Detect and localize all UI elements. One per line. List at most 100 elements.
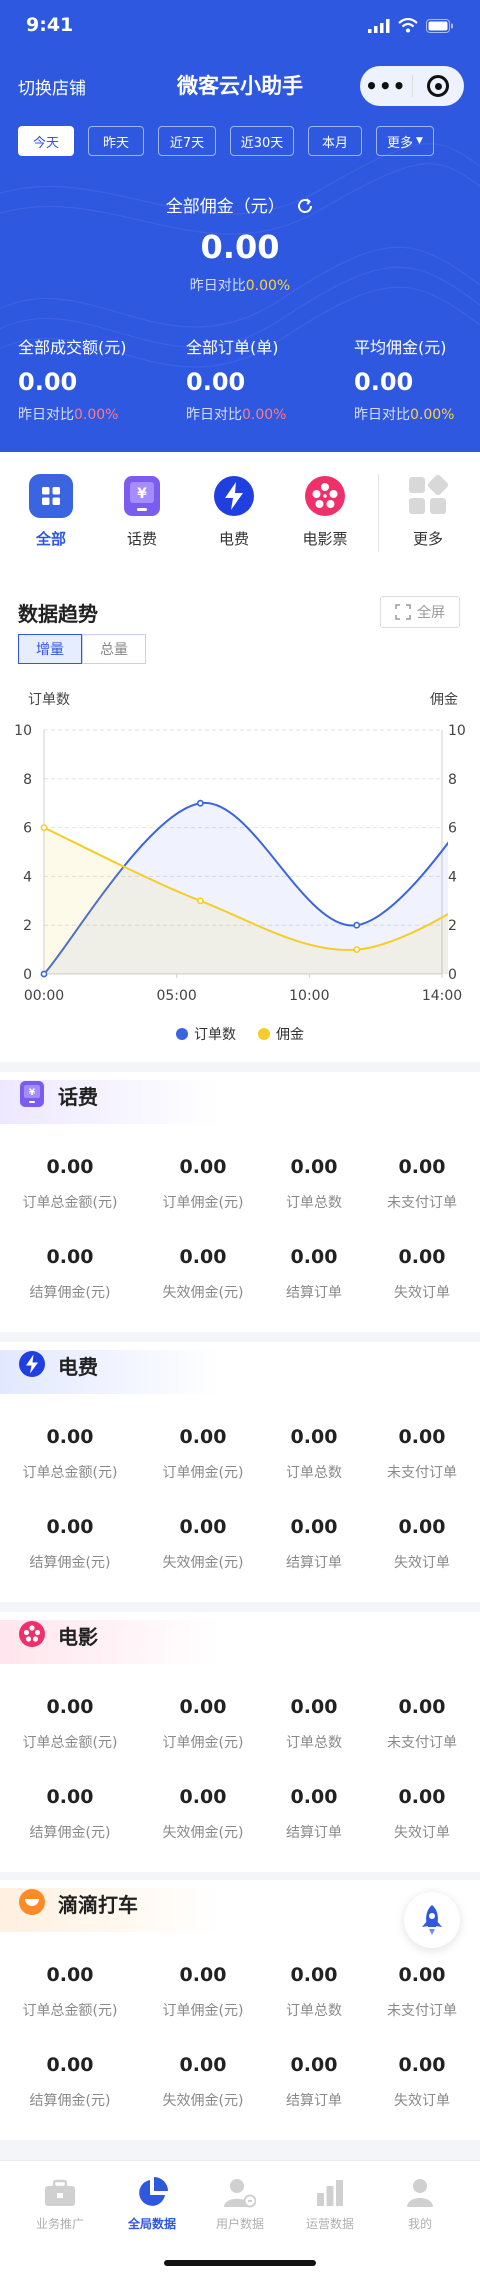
mini-program-capsule: •••: [360, 66, 464, 106]
metric-value: 0.00: [290, 1426, 338, 1448]
date-tab-yesterday[interactable]: 昨天: [88, 126, 144, 156]
category-divider: [378, 474, 379, 552]
header-panel: 9:41 切换店铺 微客云小助手 ••• 今天 昨天 近7天 近30天 本月 更…: [0, 0, 480, 452]
metric-value: 0.00: [290, 1516, 338, 1538]
more-options-button[interactable]: •••: [360, 66, 412, 106]
category-movie-ticket[interactable]: 电影票: [290, 474, 360, 549]
metric-value: 0.00: [179, 1786, 227, 1808]
metric-value: 0.00: [179, 1246, 227, 1268]
metric-order-commission: 0.00 订单佣金(元): [143, 1156, 263, 1212]
compare-value: 0.00%: [245, 278, 291, 294]
stat-avg-commission: 平均佣金(元) 0.00 昨日对比0.00%: [354, 334, 468, 424]
tab-label: 我的: [407, 2217, 432, 2231]
metric-label: 失效订单: [394, 1825, 450, 1841]
metric-label: 订单总数: [286, 2003, 342, 2019]
tab-global-data[interactable]: 全局数据: [104, 2177, 200, 2232]
date-tab-month[interactable]: 本月: [308, 126, 362, 156]
back-to-top-button[interactable]: [404, 1892, 460, 1948]
more-grid-icon: [406, 474, 450, 518]
metric-label: 未支付订单: [387, 1735, 457, 1751]
date-tab-today[interactable]: 今天: [18, 126, 74, 156]
tab-mine[interactable]: 我的: [372, 2177, 468, 2232]
metric-value: 0.00: [290, 1156, 338, 1178]
film-reel-icon: [19, 1621, 45, 1647]
legend-label: 佣金: [276, 1027, 304, 1043]
y-tick-left-label: 2: [23, 918, 32, 934]
section-movie: 电影 0.00 订单总金额(元) 0.00 订单佣金(元) 0.00 订单总数 0.0…: [0, 1612, 480, 1872]
svg-text:¥: ¥: [29, 1088, 36, 1098]
metric-label: 失效订单: [394, 2093, 450, 2109]
y-tick-left-label: 10: [14, 723, 32, 739]
tab-label: 运营数据: [305, 2217, 354, 2231]
metric-value: 0.00: [398, 1156, 446, 1178]
metric-label: 订单总金额(元): [22, 1195, 118, 1211]
tab-operation-data[interactable]: 运营数据: [282, 2177, 378, 2232]
metric-invalid-commission: 0.00 失效佣金(元): [143, 1786, 263, 1842]
metric-settled-orders: 0.00 结算订单: [254, 1246, 374, 1302]
caret-down-icon: ▼: [416, 136, 423, 146]
metric-label: 失效订单: [394, 1555, 450, 1571]
metric-value: 0.00: [398, 1964, 446, 1986]
stat-label: 全部订单(单): [186, 338, 279, 357]
y-axis-right-title: 佣金: [430, 692, 458, 708]
chart-legend: 订单数 佣金: [0, 1024, 480, 1044]
user-data-icon: [222, 2177, 258, 2209]
metric-invalid-orders: 0.00 失效订单: [362, 1516, 480, 1572]
metric-settled-commission: 0.00 结算佣金(元): [10, 1246, 130, 1302]
wifi-icon: [398, 18, 418, 33]
metric-order-count: 0.00 订单总数: [254, 1156, 374, 1212]
metric-label: 未支付订单: [387, 2003, 457, 2019]
tab-business-promotion[interactable]: 业务推广: [12, 2177, 108, 2232]
metric-value: 0.00: [290, 1786, 338, 1808]
date-tab-7days[interactable]: 近7天: [158, 126, 216, 156]
metric-invalid-orders: 0.00 失效订单: [362, 1786, 480, 1842]
date-tab-more-label: 更多: [387, 135, 414, 151]
section-title: 电影: [58, 1625, 98, 1649]
metric-value: 0.00: [179, 1696, 227, 1718]
metric-label: 未支付订单: [387, 1195, 457, 1211]
category-more[interactable]: 更多: [393, 474, 463, 549]
pie-chart-icon: [134, 2177, 170, 2209]
y-tick-right-label: 2: [448, 918, 457, 934]
metric-order-amount: 0.00 订单总金额(元): [10, 1156, 130, 1212]
metric-value: 0.00: [290, 1696, 338, 1718]
metric-invalid-commission: 0.00 失效佣金(元): [143, 2054, 263, 2110]
tab-user-data[interactable]: 用户数据: [192, 2177, 288, 2232]
metric-unpaid-orders: 0.00 未支付订单: [362, 1696, 480, 1752]
category-label: 更多: [412, 530, 443, 548]
metric-label: 订单总数: [286, 1465, 342, 1481]
didi-icon: [19, 1889, 45, 1915]
date-range-tabs: 今天 昨天 近7天 近30天 本月 更多 ▼: [18, 126, 434, 156]
section-phone-bill: ¥ 话费 0.00 订单总金额(元) 0.00 订单佣金(元) 0.00 订单总数 0…: [0, 1072, 480, 1332]
category-label: 话费: [126, 530, 157, 548]
date-tab-30days[interactable]: 近30天: [230, 126, 294, 156]
date-tab-more[interactable]: 更多 ▼: [376, 126, 434, 156]
metric-label: 结算佣金(元): [29, 2093, 111, 2109]
legend-dot: [176, 1028, 188, 1040]
metric-label: 结算佣金(元): [29, 1285, 111, 1301]
metric-value: 0.00: [290, 1246, 338, 1268]
metric-unpaid-orders: 0.00 未支付订单: [362, 1156, 480, 1212]
compare-prefix: 昨日对比: [186, 407, 242, 423]
briefcase-icon: [42, 2177, 78, 2209]
metric-value: 0.00: [398, 1696, 446, 1718]
category-all[interactable]: 全部: [16, 474, 86, 549]
film-reel-icon: [303, 474, 347, 518]
category-label: 电费: [218, 530, 249, 548]
metric-value: 0.00: [398, 1246, 446, 1268]
refresh-icon[interactable]: [296, 197, 314, 215]
close-mini-program-button[interactable]: [412, 66, 464, 106]
metric-unpaid-orders: 0.00 未支付订单: [362, 1964, 480, 2020]
compare-prefix: 昨日对比: [189, 278, 246, 294]
category-bar: 全部 ¥ 话费 电费 电影票 更多: [0, 452, 480, 576]
metric-value: 0.00: [179, 1426, 227, 1448]
metric-value: 0.00: [46, 1516, 94, 1538]
more-dots-icon: •••: [365, 74, 407, 98]
metric-order-count: 0.00 订单总数: [254, 1696, 374, 1752]
compare-value: 0.00%: [410, 407, 455, 423]
category-electricity[interactable]: 电费: [199, 474, 269, 549]
metric-label: 结算订单: [286, 1825, 342, 1841]
category-phone-bill[interactable]: ¥ 话费: [107, 474, 177, 549]
nav-bar: 切换店铺 微客云小助手 •••: [0, 58, 480, 110]
category-label: 全部: [35, 530, 66, 548]
